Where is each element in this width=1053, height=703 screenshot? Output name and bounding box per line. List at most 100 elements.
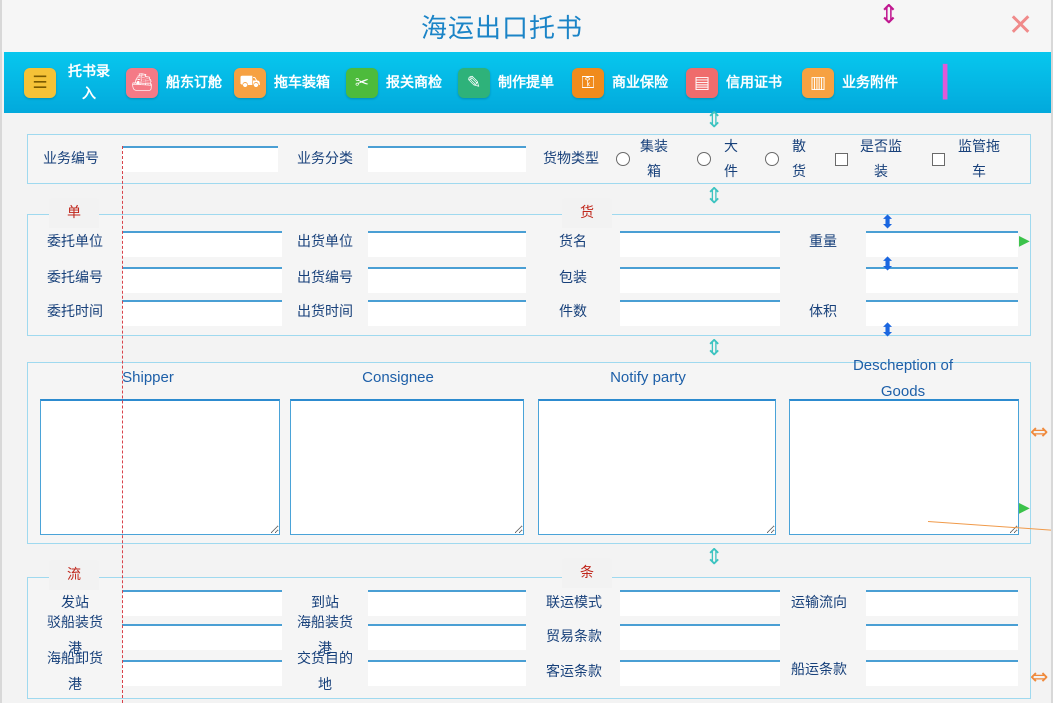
shipper-label: Shipper (122, 369, 174, 386)
goods-name-label: 货名 (559, 234, 587, 250)
notify-party-textarea[interactable] (538, 399, 776, 535)
packing-label: 包装 (559, 270, 587, 286)
supervised-checkbox[interactable] (835, 153, 848, 166)
resize-vertical-icon[interactable]: ⇕ (705, 547, 723, 569)
ship-load-input[interactable] (368, 624, 526, 650)
description-label-1: Descheption of (852, 357, 954, 374)
toolbar-item-bill[interactable]: ✎ 制作提单 (458, 52, 554, 113)
resize-horizontal-icon[interactable]: ⇔ (1030, 422, 1048, 444)
resize-vertical-icon[interactable]: ⇕ (705, 186, 723, 208)
supervised-truck-checkbox[interactable] (932, 153, 945, 166)
lock-icon: ⚿ (572, 67, 604, 98)
ship-unload-label-2: 港 (68, 677, 82, 693)
parties-panel: Shipper Consignee Notify party Deschepti… (27, 357, 1031, 544)
toolbar-label-credit: 信用证书 (726, 74, 782, 91)
trade-terms-input[interactable] (620, 624, 780, 650)
barge-port-input[interactable] (122, 624, 282, 650)
delivery-label-2: 地 (318, 677, 332, 693)
consignee-textarea[interactable] (290, 399, 524, 535)
toolbar-item-trucking[interactable]: ⛟ 拖车装箱 (234, 52, 330, 113)
cargo-type-label: 货物类型 (543, 151, 599, 167)
loose-cargo-radio[interactable] (765, 152, 779, 166)
resize-vertical-icon[interactable]: ⬍ (880, 320, 895, 342)
pieces-label: 件数 (559, 304, 587, 320)
resize-vertical-icon[interactable]: ⇕ (705, 338, 723, 360)
shipper-unit-label: 出货单位 (297, 234, 353, 250)
extra-terms-input[interactable] (866, 624, 1018, 650)
client-unit-input[interactable] (122, 231, 282, 257)
card-icon: ▤ (686, 67, 718, 98)
truck-icon: ⛟ (234, 67, 266, 98)
description-textarea[interactable] (789, 399, 1019, 535)
bulk-large-label-1: 大 (724, 139, 738, 155)
terms-tab-label: 条 (562, 558, 612, 588)
toolbar-label-insurance: 商业保险 (612, 74, 668, 91)
shipper-unit-input[interactable] (368, 231, 526, 257)
toolbar-label-customs: 报关商检 (386, 74, 442, 91)
shipper-no-input[interactable] (368, 267, 526, 293)
toolbar-item-booking[interactable]: ⛴ 船东订舱 (126, 52, 222, 113)
toolbar-label-entry-2: 入 (82, 85, 96, 102)
business-no-label: 业务编号 (43, 151, 99, 167)
packing-input[interactable] (620, 267, 780, 293)
client-time-input[interactable] (122, 300, 282, 326)
toolbar-label-attachments: 业务附件 (842, 74, 898, 91)
resize-vertical-icon[interactable]: ⇕ (878, 2, 900, 28)
toolbar-label-trucking: 拖车装箱 (274, 74, 330, 91)
toolbar-item-credit[interactable]: ▤ 信用证书 (686, 52, 782, 113)
goods-tab-label: 货 (562, 198, 612, 228)
supervised-truck-label-2: 车 (972, 164, 986, 180)
ship-unload-input[interactable] (122, 660, 282, 686)
arrow-right-icon[interactable]: ▶ (1019, 497, 1030, 519)
toolbar-label-bill: 制作提单 (498, 74, 554, 91)
consignee-label: Consignee (362, 369, 434, 386)
bulk-large-radio[interactable] (697, 152, 711, 166)
tools-icon: ✂ (346, 67, 378, 98)
resize-vertical-icon[interactable]: ⇕ (705, 110, 723, 132)
goods-name-input[interactable] (620, 231, 780, 257)
title-bar: 海运出口托书 ⇕ ✕ (2, 0, 1051, 52)
client-no-label: 委托编号 (47, 270, 103, 286)
passenger-terms-input[interactable] (620, 660, 780, 686)
toolbar-item-insurance[interactable]: ⚿ 商业保险 (572, 52, 668, 113)
volume-label: 体积 (809, 304, 837, 320)
resize-vertical-icon[interactable]: ⬍ (880, 254, 895, 276)
client-no-input[interactable] (122, 267, 282, 293)
edit-icon: ✎ (458, 67, 490, 98)
close-icon[interactable]: ✕ (1008, 8, 1033, 43)
delivery-input[interactable] (368, 660, 526, 686)
toolbar-item-attachments[interactable]: ▥ 业务附件 (802, 52, 898, 113)
client-unit-label: 委托单位 (47, 234, 103, 250)
document-icon: ☰ (24, 67, 56, 98)
to-station-input[interactable] (368, 590, 526, 616)
shipper-textarea[interactable] (40, 399, 280, 535)
toolbar-label-entry-1: 托书录 (68, 63, 110, 80)
bulk-large-label-2: 件 (724, 164, 738, 180)
business-no-input[interactable] (122, 146, 278, 172)
weight-label: 重量 (809, 234, 837, 250)
toolbar-item-customs[interactable]: ✂ 报关商检 (346, 52, 442, 113)
container-label-1: 集装 (640, 139, 668, 155)
pieces-input[interactable] (620, 300, 780, 326)
arrow-right-icon[interactable]: ▶ (1019, 230, 1030, 252)
resize-vertical-icon[interactable]: ┃ (936, 54, 954, 112)
notify-party-label: Notify party (610, 369, 686, 386)
logistics-panel: 发站 驳船装货 港 海船卸货 港 到站 海船装货 港 交货目的 地 联运模式 贸… (27, 577, 1031, 699)
chart-icon: ▥ (802, 67, 834, 98)
resize-vertical-icon[interactable]: ⬍ (880, 212, 895, 234)
shipping-terms-input[interactable] (866, 660, 1018, 686)
business-category-input[interactable] (368, 146, 526, 172)
shipper-time-input[interactable] (368, 300, 526, 326)
toolbar-item-entry[interactable]: ☰ 托书录 入 (24, 52, 110, 113)
transport-flow-input[interactable] (866, 590, 1018, 616)
resize-horizontal-icon[interactable]: ⇔ (1030, 667, 1048, 689)
supervised-label-2: 装 (874, 164, 888, 180)
multimodal-label: 联运模式 (546, 595, 602, 611)
passenger-terms-label: 客运条款 (546, 664, 602, 680)
from-station-input[interactable] (122, 590, 282, 616)
ship-load-label-1: 海船装货 (297, 615, 353, 631)
alignment-guide-line (122, 146, 123, 703)
multimodal-input[interactable] (620, 590, 780, 616)
container-radio[interactable] (616, 152, 630, 166)
business-category-label: 业务分类 (297, 151, 353, 167)
